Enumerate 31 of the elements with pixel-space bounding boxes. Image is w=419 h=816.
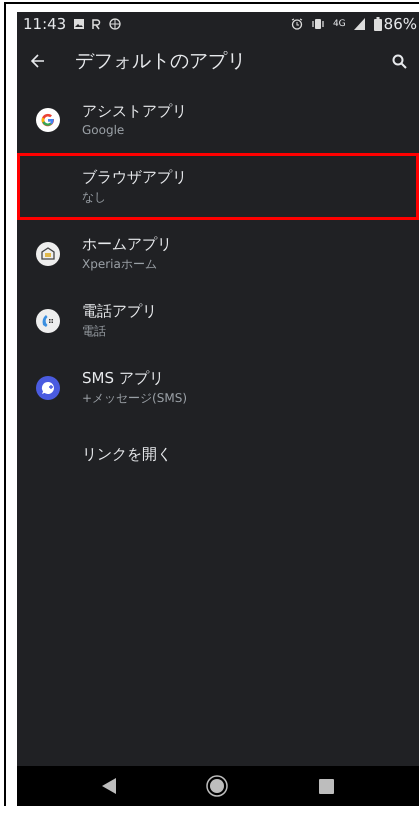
setting-title[interactable]: SMS アプリ xyxy=(82,368,188,388)
recents-icon[interactable] xyxy=(318,778,334,794)
back-arrow-icon[interactable] xyxy=(31,54,45,68)
alarm-icon xyxy=(290,18,303,30)
setting-summary: 電話 xyxy=(82,322,107,340)
screen-title: デフォルトのアプリ xyxy=(75,49,247,74)
setting-title[interactable]: ホームアプリ xyxy=(82,234,172,254)
badge-icon xyxy=(92,18,102,30)
setting-title[interactable]: 電話アプリ xyxy=(82,302,157,320)
setting-title[interactable]: ブラウザアプリ xyxy=(82,168,187,186)
setting-summary: +メッセージ(SMS) xyxy=(82,390,188,406)
battery-level: 86% xyxy=(384,15,417,33)
setting-title[interactable]: リンクを開く xyxy=(82,445,172,464)
globe-icon xyxy=(109,18,122,30)
home-icon[interactable] xyxy=(206,775,228,797)
back-icon[interactable] xyxy=(102,778,116,794)
setting-summary: なし xyxy=(82,188,107,206)
search-icon[interactable] xyxy=(392,54,407,68)
battery-icon xyxy=(374,17,382,31)
google-logo-icon xyxy=(36,108,60,132)
image-icon xyxy=(74,19,84,29)
setting-summary: Google xyxy=(82,123,126,137)
network-label: 4G xyxy=(332,19,346,29)
vibrate-icon xyxy=(310,18,325,30)
house-icon xyxy=(36,242,60,266)
setting-summary: Xperiaホーム xyxy=(82,256,158,272)
signal-icon xyxy=(354,18,366,30)
setting-title[interactable]: アシストアプリ xyxy=(82,102,187,121)
chat-bubble-icon xyxy=(36,376,60,400)
phone-icon xyxy=(36,308,60,332)
status-time: 11:43 xyxy=(23,15,66,33)
